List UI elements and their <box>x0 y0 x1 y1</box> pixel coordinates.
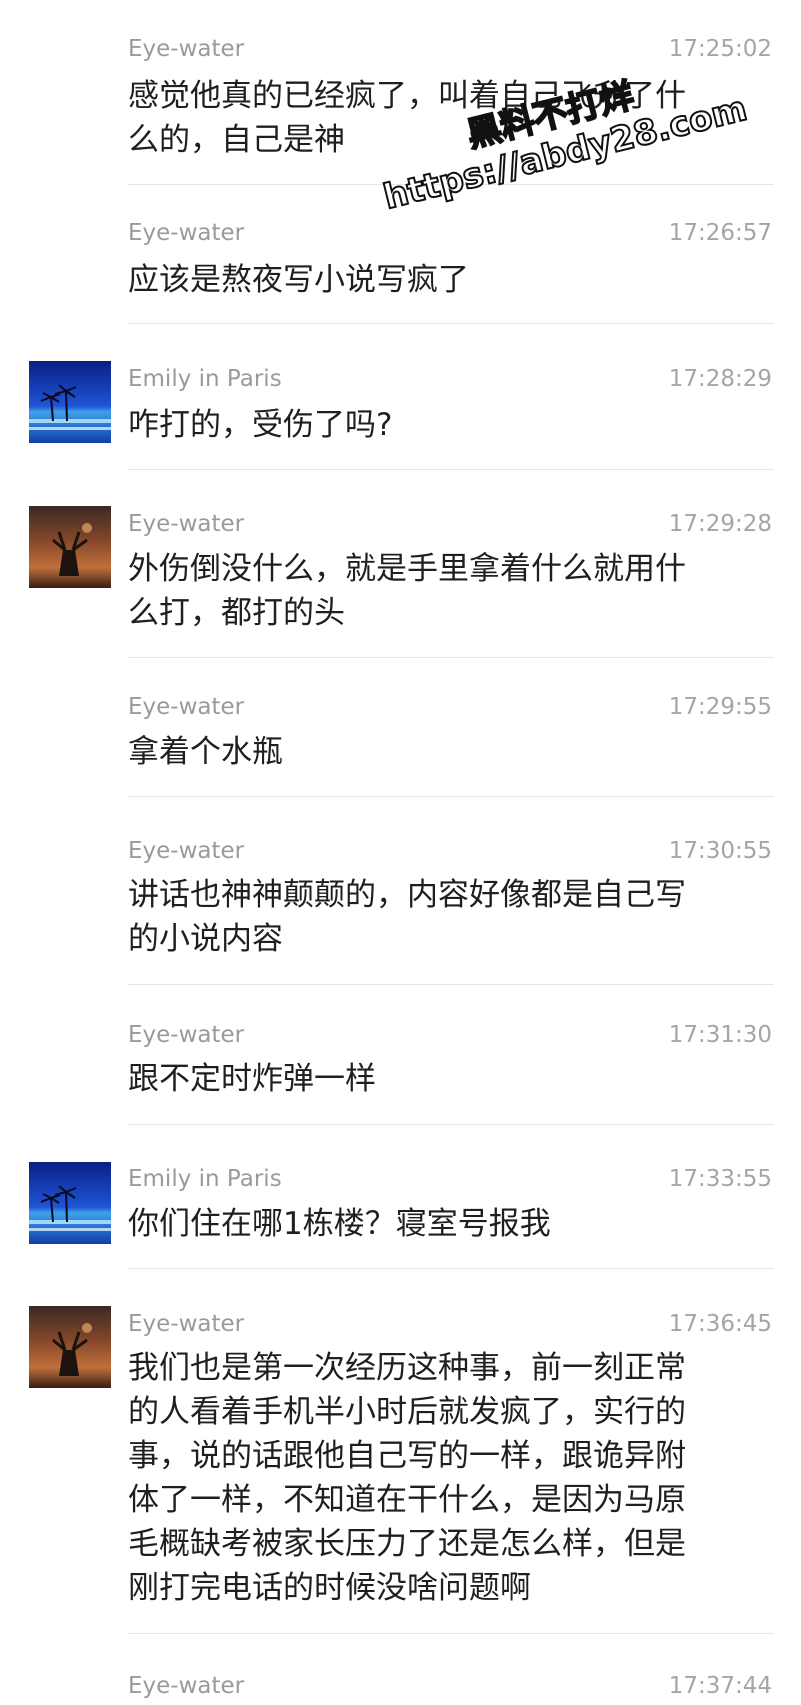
avatar-eye-water[interactable] <box>29 506 111 588</box>
sender-name: Emily in Paris <box>128 1166 282 1192</box>
deer-sunset-icon <box>29 1306 111 1388</box>
message-text: 跟不定时炸弹一样 <box>128 1061 376 1097</box>
deer-sunset-icon <box>29 506 111 588</box>
message-time: 17:28:29 <box>668 366 772 392</box>
sender-name: Eye-water <box>128 220 245 246</box>
message-text: 咋打的，受伤了吗? <box>128 407 393 443</box>
message-divider <box>128 984 774 985</box>
message-text: 应该是熬夜写小说写疯了 <box>128 262 469 298</box>
message-text: 你们住在哪1栋楼？寝室号报我 <box>128 1206 551 1242</box>
beach-palm-icon <box>29 361 111 443</box>
message-time: 17:25:02 <box>668 36 772 62</box>
message-divider <box>128 184 774 185</box>
message-time: 17:29:28 <box>668 511 772 537</box>
message-divider <box>128 1268 774 1269</box>
message-time: 17:30:55 <box>668 838 772 864</box>
beach-palm-icon <box>29 1162 111 1244</box>
message-time: 17:26:57 <box>668 220 772 246</box>
message-time: 17:37:44 <box>668 1673 772 1699</box>
message-text: 拿着个水瓶 <box>128 734 283 770</box>
message-time: 17:31:30 <box>668 1022 772 1048</box>
avatar-emily[interactable] <box>29 1162 111 1244</box>
chat-history: Eye-water 17:25:02 感觉他真的已经疯了，叫着自己飞升了什 么的… <box>0 0 801 1705</box>
message-divider <box>128 469 774 470</box>
sender-name: Eye-water <box>128 1022 245 1048</box>
sender-name: Eye-water <box>128 1311 245 1337</box>
sender-name: Emily in Paris <box>128 366 282 392</box>
sender-name: Eye-water <box>128 694 245 720</box>
message-text: 感觉他真的已经疯了，叫着自己飞升了什 么的，自己是神 <box>128 78 686 158</box>
sender-name: Eye-water <box>128 1673 245 1699</box>
message-time: 17:29:55 <box>668 694 772 720</box>
message-divider <box>128 1633 774 1634</box>
message-divider <box>128 1124 774 1125</box>
avatar-emily[interactable] <box>29 361 111 443</box>
message-time: 17:36:45 <box>668 1311 772 1337</box>
avatar-eye-water[interactable] <box>29 1306 111 1388</box>
message-text: 讲话也神神颠颠的，内容好像都是自己写 的小说内容 <box>128 877 686 957</box>
sender-name: Eye-water <box>128 511 245 537</box>
sender-name: Eye-water <box>128 838 245 864</box>
message-divider <box>128 657 774 658</box>
message-divider <box>128 323 774 324</box>
message-time: 17:33:55 <box>668 1166 772 1192</box>
message-text: 外伤倒没什么，就是手里拿着什么就用什 么打，都打的头 <box>128 551 686 631</box>
sender-name: Eye-water <box>128 36 245 62</box>
message-divider <box>128 796 774 797</box>
message-text: 我们也是第一次经历这种事，前一刻正常 的人看着手机半小时后就发疯了，实行的 事，… <box>128 1350 686 1606</box>
